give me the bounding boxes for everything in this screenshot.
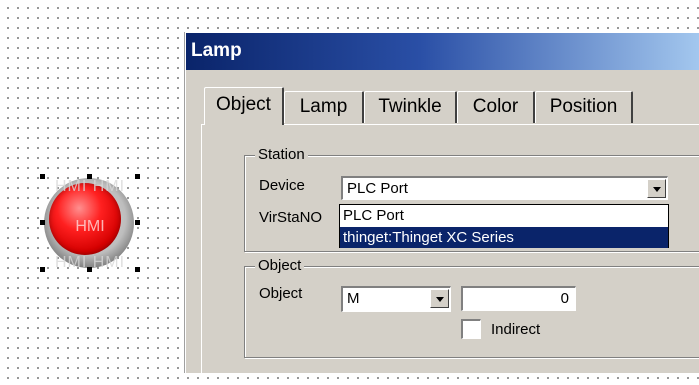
dropdown-option-thinget-xc[interactable]: thinget:Thinget XC Series [340,227,668,248]
dialog-title: Lamp [191,40,242,61]
device-dropdown-list[interactable]: PLC Port thinget:Thinget XC Series [339,204,669,248]
lamp-center-text: HMI [75,218,105,235]
device-select[interactable]: PLC Port [341,176,668,200]
indirect-label: Indirect [491,321,541,338]
dropdown-option-plc-port[interactable]: PLC Port [340,205,668,226]
object-label: Object [259,285,303,302]
lamp-properties-dialog: Lamp Object Lamp Twinkle Color Position … [185,32,699,385]
resize-handle-right[interactable] [135,220,140,225]
object-group: Object Object M 0 Indirect [244,257,699,358]
chevron-down-icon[interactable] [647,179,666,198]
lamp-top-text: HMI HMI [54,178,126,195]
resize-handle-bottom-left[interactable] [40,267,45,272]
resize-handle-top[interactable] [87,174,92,179]
resize-handle-top-left[interactable] [40,174,45,179]
indirect-checkbox[interactable] [461,319,481,339]
resize-handle-bottom[interactable] [87,267,92,272]
object-group-label: Object [255,257,305,274]
tab-panel-object: Station Device PLC Port VirStaNO Object … [201,124,699,385]
resize-handle-bottom-right[interactable] [135,267,140,272]
tab-color[interactable]: Color [457,91,535,123]
device-select-value: PLC Port [347,180,408,197]
station-group-label: Station [255,146,308,163]
chevron-down-icon[interactable] [430,289,449,308]
virstano-label: VirStaNO [259,209,323,226]
dialog-titlebar[interactable]: Lamp [186,33,699,70]
tab-position[interactable]: Position [535,91,633,123]
tab-object[interactable]: Object [204,87,284,125]
object-type-value: M [347,290,360,307]
object-type-select[interactable]: M [341,286,451,312]
lamp-widget[interactable]: HMI HMI HMI HMI HMI [40,174,140,272]
device-label: Device [259,177,305,194]
resize-handle-top-right[interactable] [135,174,140,179]
resize-handle-left[interactable] [40,220,45,225]
tab-twinkle[interactable]: Twinkle [364,91,457,123]
tab-lamp[interactable]: Lamp [284,91,364,123]
object-address-field[interactable]: 0 [461,286,576,311]
